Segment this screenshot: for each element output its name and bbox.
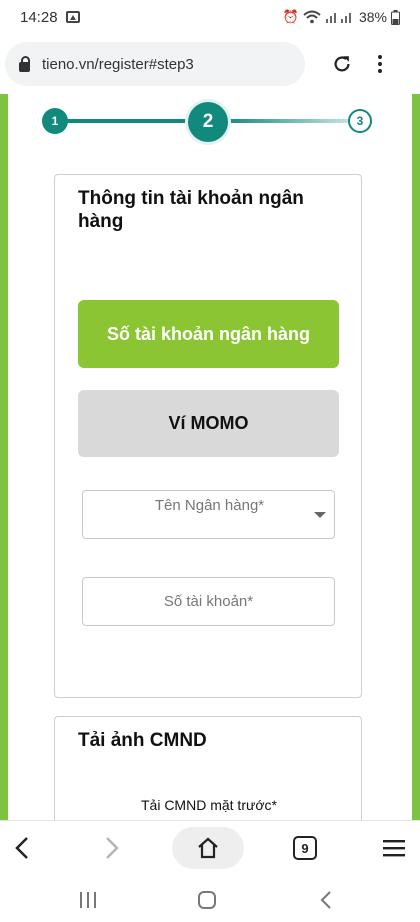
step-connector-1 xyxy=(56,119,206,123)
battery-icon xyxy=(391,9,400,25)
bank-account-button[interactable]: Số tài khoản ngân hàng xyxy=(78,300,339,368)
step-2-active[interactable]: 2 xyxy=(188,102,228,142)
gallery-notification-icon xyxy=(65,11,80,23)
page-content: 1 2 3 Thông tin tài khoản ngân hàng Số t… xyxy=(0,94,420,820)
right-green-border xyxy=(412,94,420,820)
home-icon[interactable] xyxy=(196,836,220,860)
signal-icon xyxy=(325,13,351,23)
bank-name-select[interactable]: Tên Ngân hàng* xyxy=(82,490,335,539)
id-upload-card: Tải ảnh CMND Tải CMND mặt trước* xyxy=(54,716,362,820)
step-connector-2 xyxy=(224,119,364,123)
id-upload-title: Tải ảnh CMND xyxy=(78,730,207,751)
account-number-placeholder: Số tài khoản* xyxy=(163,593,254,610)
tabs-button[interactable]: 9 xyxy=(293,836,317,860)
bank-info-card: Thông tin tài khoản ngân hàng Số tài kho… xyxy=(54,174,362,698)
wifi-icon xyxy=(303,10,321,24)
registration-stepper: 1 2 3 xyxy=(42,102,374,142)
reload-icon[interactable] xyxy=(331,53,353,75)
url-text: tieno.vn/register#step3 xyxy=(42,55,194,73)
browser-toolbar: tieno.vn/register#step3 xyxy=(0,34,420,94)
hamburger-menu-icon[interactable] xyxy=(383,838,405,858)
dropdown-caret-icon xyxy=(314,512,326,518)
bank-name-placeholder: Tên Ngân hàng* xyxy=(154,497,265,514)
more-options-icon[interactable] xyxy=(377,55,383,73)
status-icons: ⏰ 38% xyxy=(283,9,400,25)
recent-apps-icon[interactable] xyxy=(78,891,98,909)
lock-icon xyxy=(19,55,30,72)
browser-bottom-nav: 9 xyxy=(0,820,420,875)
alarm-icon: ⏰ xyxy=(282,9,299,24)
step-3[interactable]: 3 xyxy=(348,109,372,133)
battery-percent: 38% xyxy=(358,9,387,25)
forward-icon[interactable] xyxy=(100,836,122,860)
momo-wallet-button[interactable]: Ví MOMO xyxy=(78,390,339,457)
system-home-icon[interactable] xyxy=(197,890,217,910)
bank-info-title: Thông tin tài khoản ngân hàng xyxy=(78,188,304,232)
id-front-upload-label[interactable]: Tải CMND mặt trước* xyxy=(55,797,363,813)
left-green-border xyxy=(0,94,8,820)
back-icon[interactable] xyxy=(12,836,34,860)
status-time: 14:28 xyxy=(20,8,58,26)
address-bar[interactable]: tieno.vn/register#step3 xyxy=(5,42,305,86)
account-number-input[interactable]: Số tài khoản* xyxy=(82,577,335,626)
step-1[interactable]: 1 xyxy=(42,108,68,134)
status-bar: 14:28 ⏰ 38% xyxy=(0,0,420,34)
system-back-icon[interactable] xyxy=(318,891,334,909)
system-navigation-bar xyxy=(0,875,420,922)
